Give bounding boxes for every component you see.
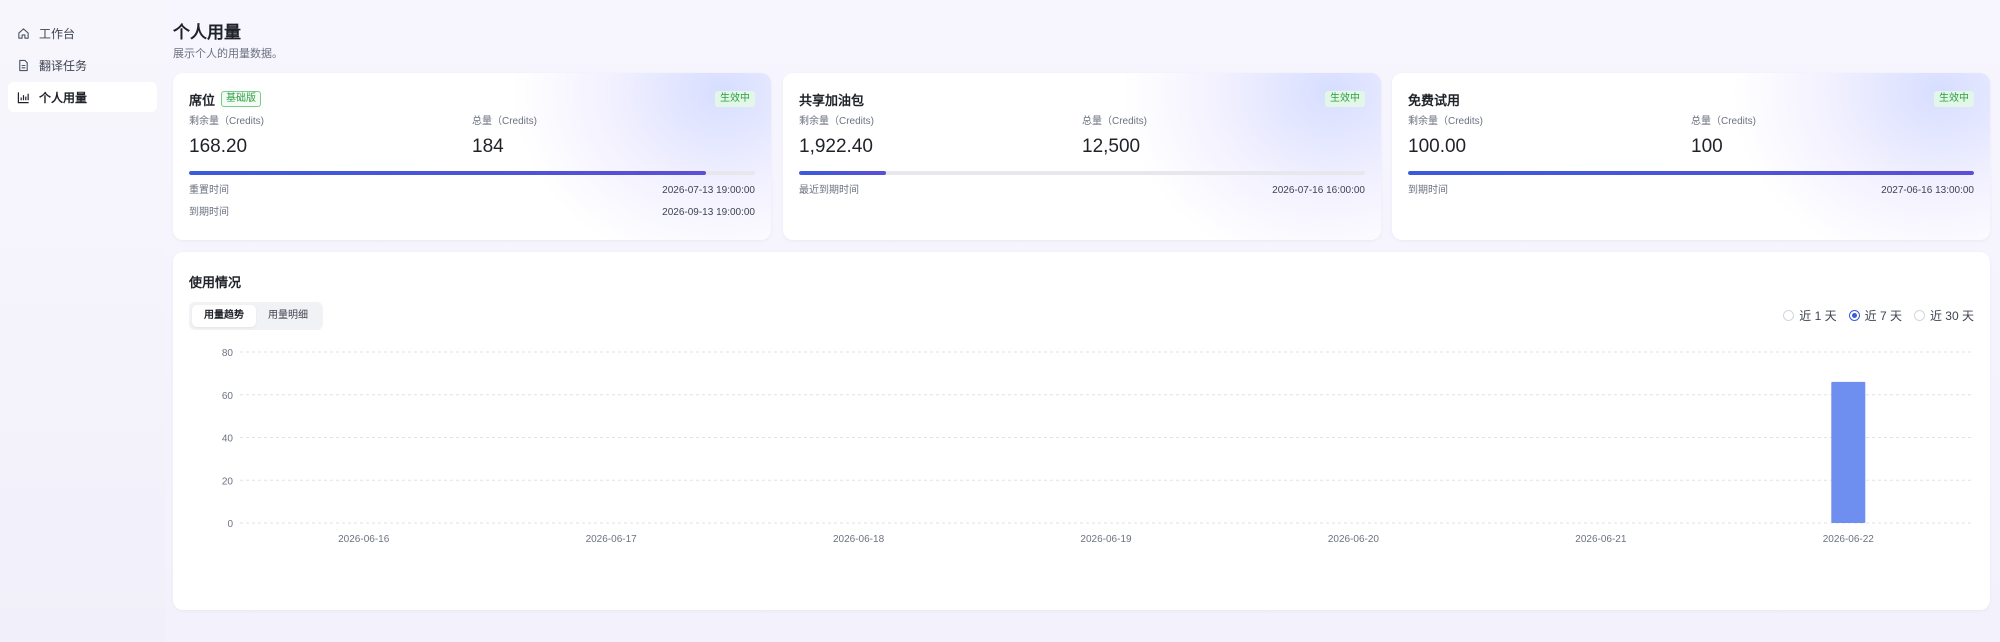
- sidebar-item-personal-usage[interactable]: 个人用量: [8, 82, 157, 112]
- total-value: 12,500: [1082, 136, 1141, 157]
- expire-time-value: 2027-06-16 13:00:00: [1881, 185, 1974, 196]
- status-badge: 生效中: [715, 91, 755, 107]
- status-badge: 生效中: [1934, 91, 1974, 107]
- x-tick-label: 2026-06-18: [833, 534, 885, 545]
- expire-time-value: 2026-09-13 19:00:00: [662, 207, 755, 218]
- sidebar-item-label: 工作台: [39, 26, 76, 41]
- y-tick-label: 0: [227, 519, 233, 530]
- page-subtitle: 展示个人的用量数据。: [173, 48, 283, 60]
- radio-icon: [1783, 310, 1795, 321]
- y-tick-label: 40: [222, 434, 234, 445]
- range-7-days[interactable]: 近 7 天: [1848, 307, 1902, 324]
- sidebar-item-label: 翻译任务: [39, 58, 88, 73]
- progress-fill: [1408, 171, 1974, 175]
- sidebar: 工作台 翻译任务 个人用量: [0, 0, 165, 642]
- usage-progress-bar: [189, 171, 755, 175]
- range-selector: 近 1 天 近 7 天 近 30 天: [1771, 307, 1974, 324]
- expire-time-label: 到期时间: [189, 207, 229, 218]
- main-content: 个人用量 展示个人的用量数据。 席位 基础版 生效中 剩余量（Credits) …: [173, 0, 1990, 642]
- range-30-days[interactable]: 近 30 天: [1913, 307, 1974, 324]
- usage-progress-bar: [799, 171, 1365, 175]
- nearest-expire-value: 2026-07-16 16:00:00: [1272, 185, 1365, 196]
- total-label: 总量（Credits): [472, 116, 538, 127]
- total-label: 总量（Credits): [1691, 116, 1757, 127]
- reset-time-value: 2026-07-13 19:00:00: [662, 185, 755, 196]
- remaining-value: 100.00: [1408, 136, 1467, 157]
- radio-icon: [1913, 310, 1925, 321]
- y-tick-label: 80: [222, 348, 234, 359]
- shared-pack-card: 共享加油包 生效中 剩余量（Credits) 1,922.40 总量（Credi…: [783, 73, 1381, 240]
- reset-time-label: 重置时间: [189, 185, 229, 196]
- nearest-expire-label: 最近到期时间: [799, 185, 859, 196]
- quota-cards: 席位 基础版 生效中 剩余量（Credits) 168.20 总量（Credit…: [173, 73, 1990, 240]
- tab-usage-detail[interactable]: 用量明细: [256, 305, 320, 327]
- usage-panel: 使用情况 用量趋势 用量明细 近 1 天 近 7 天 近 30 天 0 20 40 6…: [173, 252, 1990, 610]
- x-tick-label: 2026-06-16: [338, 534, 390, 545]
- x-tick-label: 2026-06-20: [1328, 534, 1380, 545]
- progress-fill: [189, 171, 707, 175]
- remaining-label: 剩余量（Credits): [1408, 116, 1484, 127]
- sidebar-item-translation-tasks[interactable]: 翻译任务: [8, 50, 157, 80]
- remaining-label: 剩余量（Credits): [799, 116, 875, 127]
- remaining-value: 168.20: [189, 136, 248, 157]
- remaining-value: 1,922.40: [799, 136, 873, 157]
- status-badge: 生效中: [1325, 91, 1365, 107]
- document-icon: [16, 58, 30, 72]
- y-tick-label: 20: [222, 476, 234, 487]
- total-value: 100: [1691, 136, 1723, 157]
- total-value: 184: [472, 136, 504, 157]
- usage-trend-chart: 0 20 40 60 80 2026-06-16 2026-06-17 2026-06-18 2…: [222, 348, 1972, 545]
- bar: [1831, 381, 1866, 523]
- remaining-label: 剩余量（Credits): [189, 116, 265, 127]
- x-tick-label: 2026-06-17: [586, 534, 638, 545]
- seat-card: 席位 基础版 生效中 剩余量（Credits) 168.20 总量（Credit…: [173, 73, 771, 240]
- total-label: 总量（Credits): [1082, 116, 1148, 127]
- bar-chart-icon: [16, 90, 30, 104]
- usage-title: 使用情况: [189, 275, 242, 290]
- tab-usage-trend[interactable]: 用量趋势: [192, 305, 256, 327]
- range-label: 近 7 天: [1864, 309, 1902, 323]
- plan-badge: 基础版: [221, 91, 262, 107]
- page-title: 个人用量: [173, 23, 241, 42]
- card-title: 共享加油包: [799, 92, 865, 108]
- y-tick-label: 60: [222, 391, 234, 402]
- home-icon: [16, 26, 30, 40]
- x-tick-label: 2026-06-21: [1575, 534, 1627, 545]
- free-trial-card: 免费试用 生效中 剩余量（Credits) 100.00 总量（Credits)…: [1392, 73, 1990, 240]
- expire-time-label: 到期时间: [1408, 185, 1448, 196]
- sidebar-item-label: 个人用量: [39, 90, 88, 105]
- card-title: 免费试用: [1408, 92, 1461, 108]
- x-tick-label: 2026-06-22: [1823, 534, 1875, 545]
- card-title: 席位: [189, 92, 216, 108]
- usage-tabs: 用量趋势 用量明细: [189, 302, 323, 330]
- range-1-day[interactable]: 近 1 天: [1783, 307, 1837, 324]
- sidebar-item-workbench[interactable]: 工作台: [8, 18, 157, 48]
- x-tick-label: 2026-06-19: [1080, 534, 1132, 545]
- range-label: 近 1 天: [1799, 309, 1837, 323]
- range-label: 近 30 天: [1929, 309, 1974, 323]
- radio-checked-icon: [1848, 310, 1860, 321]
- progress-fill: [799, 171, 887, 175]
- usage-progress-bar: [1408, 171, 1974, 175]
